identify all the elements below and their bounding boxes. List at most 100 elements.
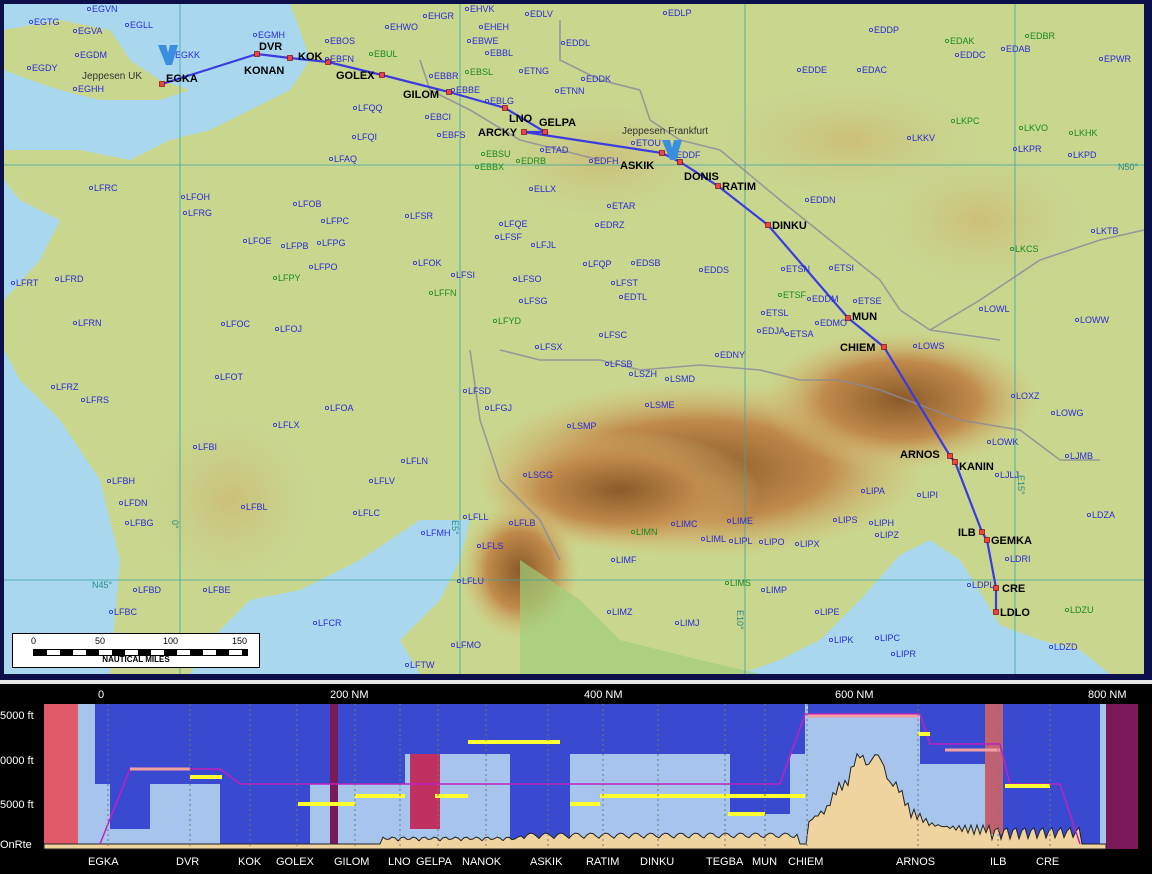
airport-label-lfgj: LFGJ	[490, 403, 512, 413]
fix-marker-golex[interactable]	[379, 72, 385, 78]
airport-label-lfqe: LFQE	[504, 219, 528, 229]
fix-label-kanin[interactable]: KANIN	[959, 461, 994, 473]
fix-label-cre[interactable]: CRE	[1002, 583, 1025, 595]
fix-marker-konan[interactable]	[287, 55, 293, 61]
airport-lfsd: LFSD	[462, 386, 492, 396]
airport-label-ebbl: EBBL	[490, 48, 513, 58]
airport-lkcs: LKCS	[1010, 244, 1039, 254]
fix-marker-gemka[interactable]	[984, 537, 990, 543]
fix-label-gilom[interactable]: GILOM	[403, 89, 439, 101]
airport-lipz: LIPZ	[875, 530, 900, 540]
fix-marker-gelpa[interactable]	[542, 129, 548, 135]
airport-eblg: EBLG	[484, 96, 514, 106]
airport-lipo: LIPO	[759, 537, 785, 547]
fix-label-ilb[interactable]: ILB	[958, 527, 976, 539]
airport-label-ldzd: LDZD	[1054, 642, 1078, 652]
vertical-profile[interactable]: 0 200 NM 400 NM 600 NM 800 NM 5000 ft 00…	[0, 684, 1152, 874]
airport-label-ehgr: EHGR	[428, 11, 455, 21]
fix-label-chiem[interactable]: CHIEM	[840, 342, 875, 354]
fix-marker-donis[interactable]	[677, 159, 683, 165]
fix-marker-askik[interactable]	[659, 150, 665, 156]
airport-label-lkpd: LKPD	[1073, 150, 1097, 160]
profile-fix-mun: MUN	[752, 856, 777, 868]
fix-marker-arcky[interactable]	[521, 129, 527, 135]
airport-etad: ETAD	[540, 145, 569, 155]
altitude-label-onrte: OnRte	[0, 839, 32, 851]
airport-label-lowk: LOWK	[992, 437, 1019, 447]
fix-label-arnos[interactable]: ARNOS	[900, 449, 940, 461]
profile-fix-gilom: GILOM	[334, 856, 369, 868]
airport-lsgg: LSGG	[523, 470, 553, 480]
fix-label-ldlo[interactable]: LDLO	[1000, 607, 1030, 619]
airport-lftw: LFTW	[404, 660, 435, 670]
airport-label-lfrn: LFRN	[78, 318, 102, 328]
airport-label-ldzu: LDZU	[1070, 605, 1094, 615]
airport-ldri: LDRI	[1005, 554, 1031, 564]
fix-label-golex[interactable]: GOLEX	[336, 70, 375, 82]
fix-label-mun[interactable]: MUN	[852, 311, 877, 323]
airport-label-lips: LIPS	[838, 515, 858, 525]
airport-label-lfpy: LFPY	[278, 273, 301, 283]
airport-label-lfsc: LFSC	[604, 330, 628, 340]
fix-marker-ratim[interactable]	[715, 183, 721, 189]
fix-label-askik[interactable]: ASKIK	[620, 160, 654, 172]
fix-marker-ilb[interactable]	[979, 529, 985, 535]
airport-label-etng: ETNG	[524, 66, 549, 76]
airport-label-edrb: EDRB	[521, 156, 546, 166]
airport-lowg: LOWG	[1051, 408, 1084, 418]
fix-label-lno[interactable]: LNO	[509, 113, 533, 125]
fix-label-ratim[interactable]: RATIM	[722, 181, 756, 193]
airport-lsmd: LSMD	[665, 374, 696, 384]
fix-label-gelpa[interactable]: GELPA	[539, 117, 576, 129]
airport-etou: ETOU	[631, 138, 661, 148]
fix-label-gemka[interactable]: GEMKA	[991, 535, 1032, 547]
airport-limp: LIMP	[761, 585, 787, 595]
airport-lfmh: LFMH	[420, 528, 451, 538]
airport-lfpc: LFPC	[320, 216, 350, 226]
fix-label-dinku[interactable]: DINKU	[772, 220, 807, 232]
airport-lfob: LFOB	[292, 199, 322, 209]
airport-lfsx: LFSX	[535, 342, 563, 352]
airport-epwr: EPWR	[1099, 54, 1132, 64]
profile-canvas[interactable]: 0 200 NM 400 NM 600 NM 800 NM 5000 ft 00…	[0, 684, 1152, 874]
airport-ehgr: EHGR	[422, 11, 455, 21]
airport-lfsg: LFSG	[519, 296, 548, 306]
chart-map[interactable]: EGKA DVR KONAN KOK GOLEX GILOM LNO GELPA ARCKY AS…	[0, 0, 1152, 680]
airport-label-lipl: LIPL	[734, 536, 753, 546]
airport-lflc: LFLC	[352, 508, 381, 518]
map-canvas[interactable]: EGKA DVR KONAN KOK GOLEX GILOM LNO GELPA ARCKY AS…	[0, 0, 1152, 680]
fix-label-kok[interactable]: KOK	[298, 51, 323, 63]
airport-label-ljmb: LJMB	[1070, 451, 1093, 461]
fix-marker-dinku[interactable]	[765, 222, 771, 228]
airport-lfrz: LFRZ	[51, 382, 79, 392]
fix-marker-egka[interactable]	[159, 81, 165, 87]
fix-marker-arnos[interactable]	[947, 453, 953, 459]
fix-marker-kanin[interactable]	[952, 459, 958, 465]
airport-label-lfls: LFLS	[482, 541, 504, 551]
airport-label-lfoa: LFOA	[330, 403, 354, 413]
airport-label-lfst: LFST	[616, 278, 639, 288]
fix-marker-ldlo[interactable]	[993, 609, 999, 615]
grid-label-n50: N50°	[1118, 162, 1139, 172]
airport-label-ldpl: LDPL	[972, 580, 995, 590]
fix-label-egka[interactable]: EGKA	[166, 73, 198, 85]
fix-marker-chiem[interactable]	[881, 344, 887, 350]
fix-label-arcky[interactable]: ARCKY	[478, 127, 518, 139]
fix-marker-gilom[interactable]	[446, 89, 452, 95]
fix-label-dvr[interactable]: DVR	[259, 41, 282, 53]
fix-label-donis[interactable]: DONIS	[684, 171, 719, 183]
grid-label-e10: E10°	[735, 610, 745, 630]
profile-fix-kok: KOK	[238, 856, 262, 868]
airport-lfll: LFLL	[462, 512, 489, 522]
airport-limn: LIMN	[631, 527, 658, 537]
airport-egmh: EGMH	[252, 30, 285, 40]
fix-label-konan[interactable]: KONAN	[244, 65, 284, 77]
airport-label-lkpr: LKPR	[1018, 144, 1042, 154]
airport-label-limn: LIMN	[636, 527, 658, 537]
airport-label-egva: EGVA	[78, 26, 102, 36]
jeppesen-frankfurt-label: Jeppesen Frankfurt	[622, 126, 708, 137]
airport-lkhk: LKHK	[1069, 128, 1098, 138]
fix-marker-lno[interactable]	[502, 105, 508, 111]
airport-label-lflv: LFLV	[374, 476, 395, 486]
airport-ldzu: LDZU	[1065, 605, 1094, 615]
